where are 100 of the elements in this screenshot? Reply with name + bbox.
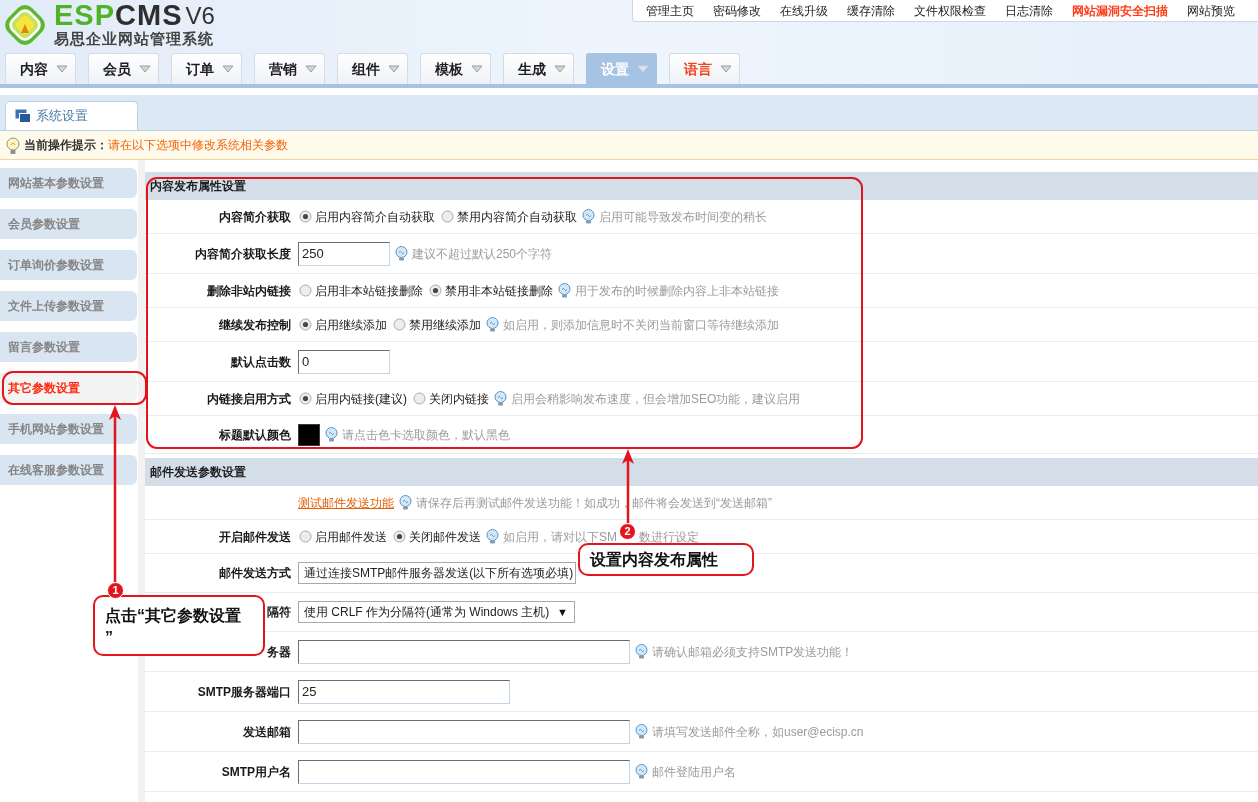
- input-field[interactable]: [298, 639, 630, 664]
- top-link[interactable]: 日志清除: [1005, 1, 1053, 20]
- notice-message: 请在以下选项中修改系统相关参数: [108, 137, 288, 154]
- radio-button[interactable]: [299, 530, 312, 543]
- lightbulb-icon: [6, 136, 20, 154]
- caret-icon: ▼: [557, 603, 568, 621]
- select-dropdown[interactable]: 使用 CRLF 作为分隔符(通常为 Windows 主机) ▼: [298, 601, 575, 623]
- lightbulb-icon: [635, 764, 648, 779]
- color-swatch[interactable]: [298, 423, 320, 446]
- caret-icon: [305, 65, 317, 73]
- section-header: 邮件发送参数设置: [145, 458, 1258, 486]
- top-link[interactable]: 网站漏洞安全扫描: [1072, 1, 1168, 20]
- select-dropdown[interactable]: 通过连接SMTP邮件服务器发送(以下所有选项必填): [298, 562, 576, 584]
- hint-text: 建议不超过默认250个字符: [412, 245, 553, 263]
- caret-icon: [554, 65, 566, 73]
- hint-text: 请确认邮箱必须支持SMTP发送功能！: [652, 643, 854, 661]
- hint-text: 邮件登陆用户名: [652, 763, 736, 781]
- nav-tab[interactable]: 内容: [5, 53, 76, 84]
- radio-button[interactable]: [441, 210, 454, 223]
- field-label: 内容简介获取: [219, 208, 291, 226]
- hint-text: 启用可能导致发布时间变的稍长: [599, 208, 767, 226]
- input-field[interactable]: 250: [298, 241, 390, 266]
- radio-button[interactable]: [393, 318, 406, 331]
- nav-tab[interactable]: 语言: [669, 53, 740, 84]
- logo-version: V6: [185, 3, 215, 29]
- input-field[interactable]: [298, 719, 630, 744]
- field-label: 标题默认颜色: [219, 426, 291, 444]
- nav-tab[interactable]: 订单: [171, 53, 242, 84]
- callout-note: 设置内容发布属性: [578, 543, 754, 576]
- tab[interactable]: 系统设置: [5, 101, 138, 130]
- lightbulb-icon: [635, 644, 648, 659]
- hint-text: 请点击色卡选取颜色，默认黑色: [342, 426, 510, 444]
- lightbulb-icon: [395, 246, 408, 261]
- nav-tab[interactable]: 模板: [420, 53, 491, 84]
- option-label[interactable]: 启用内链接(建议): [315, 389, 407, 408]
- option-label[interactable]: 禁用继续添加: [409, 315, 481, 334]
- lightbulb-icon: [494, 391, 507, 406]
- option-label[interactable]: 启用继续添加: [315, 315, 387, 334]
- lightbulb-icon: [486, 529, 499, 544]
- hint-text: 请保存后再测试邮件发送功能！如成功，邮件将会发送到“发送邮箱”: [416, 494, 772, 512]
- option-label[interactable]: 禁用非本站链接删除: [445, 281, 553, 300]
- radio-button[interactable]: [299, 318, 312, 331]
- top-link[interactable]: 文件权限检查: [914, 1, 986, 20]
- test-link[interactable]: 测试邮件发送功能: [298, 493, 394, 512]
- top-link[interactable]: 在线升级: [780, 1, 828, 20]
- step-badge: 2: [619, 523, 636, 540]
- field-label: 隔符: [267, 604, 291, 621]
- caret-icon: [56, 65, 68, 73]
- top-link[interactable]: 密码修改: [713, 1, 761, 20]
- hint-text: 数进行设定: [639, 528, 699, 546]
- option-label[interactable]: 启用内容简介自动获取: [315, 207, 435, 226]
- nav-tab[interactable]: 组件: [337, 53, 408, 84]
- field-label: 继续发布控制: [219, 316, 291, 334]
- input-field[interactable]: 0: [298, 349, 390, 374]
- caret-icon: [471, 65, 483, 73]
- lightbulb-icon: [582, 209, 595, 224]
- caret-icon: [222, 65, 234, 73]
- field-label: 务器: [267, 643, 291, 661]
- window-stack-icon: [15, 109, 31, 123]
- field-label: 内容简介获取长度: [195, 245, 291, 263]
- caret-icon: [720, 65, 732, 73]
- lightbulb-icon: [635, 724, 648, 739]
- input-field[interactable]: [298, 759, 630, 784]
- option-label[interactable]: 关闭内链接: [429, 389, 489, 408]
- logo-tagline: 易思企业网站管理系统: [54, 30, 215, 47]
- radio-button[interactable]: [299, 210, 312, 223]
- section-header: 内容发布属性设置: [145, 172, 1258, 200]
- option-label[interactable]: 关闭邮件发送: [409, 527, 481, 546]
- field-label: SMTP用户名: [221, 763, 291, 781]
- top-link[interactable]: 网站预览: [1187, 1, 1235, 20]
- lightbulb-icon: [558, 283, 571, 298]
- lightbulb-icon: [325, 427, 338, 442]
- lightbulb-icon: [486, 317, 499, 332]
- caret-icon: [388, 65, 400, 73]
- option-label[interactable]: 启用非本站链接删除: [315, 281, 423, 300]
- nav-tab[interactable]: 生成: [503, 53, 574, 84]
- callout-note: 点击“其它参数设置”: [93, 595, 265, 656]
- hint-text: 启用会稍影响发布速度，但会增加SEO功能，建议启用: [511, 390, 801, 408]
- caret-icon: [139, 65, 151, 73]
- caret-icon: [637, 65, 649, 73]
- top-link[interactable]: 缓存清除: [847, 1, 895, 20]
- nav-tab[interactable]: 营销: [254, 53, 325, 84]
- radio-button[interactable]: [299, 284, 312, 297]
- field-label: 默认点击数: [231, 353, 291, 371]
- top-link[interactable]: 管理主页: [646, 1, 694, 20]
- field-label: 开启邮件发送: [219, 528, 291, 546]
- input-field[interactable]: 25: [298, 679, 510, 704]
- option-label[interactable]: 启用邮件发送: [315, 527, 387, 546]
- radio-button[interactable]: [299, 392, 312, 405]
- field-label: 发送邮箱: [243, 723, 291, 741]
- field-label: 删除非站内链接: [207, 282, 291, 300]
- field-label: SMTP服务器端口: [197, 683, 291, 701]
- field-label: 内链接启用方式: [207, 390, 291, 408]
- option-label[interactable]: 禁用内容简介自动获取: [457, 207, 577, 226]
- nav-tab[interactable]: 会员: [88, 53, 159, 84]
- radio-button[interactable]: [413, 392, 426, 405]
- radio-button[interactable]: [429, 284, 442, 297]
- hint-text: 如启用，则添加信息时不关闭当前窗口等待继续添加: [503, 316, 779, 334]
- hint-text: 请填写发送邮件全称，如user@ecisp.cn: [652, 723, 864, 741]
- radio-button[interactable]: [393, 530, 406, 543]
